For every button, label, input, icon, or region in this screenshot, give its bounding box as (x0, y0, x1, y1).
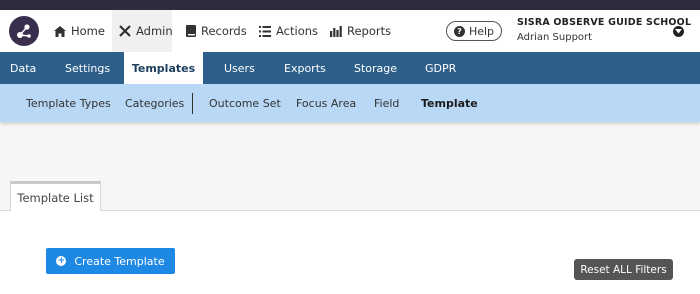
help-button[interactable]: ? Help (446, 21, 502, 41)
tab-users[interactable]: Users (224, 52, 255, 84)
nav-home[interactable]: Home (54, 10, 105, 52)
tab-template-list-label: Template List (17, 190, 94, 205)
question-icon: ? (453, 25, 465, 37)
subnav-divider (192, 93, 193, 114)
nav-admin-label: Admin (136, 24, 173, 38)
nav-reports[interactable]: Reports (330, 10, 391, 52)
subnav-focus-area[interactable]: Focus Area (296, 84, 356, 122)
sub-nav: Template Types Categories Outcome Set Fo… (0, 84, 700, 122)
nav-records[interactable]: Records (186, 10, 247, 52)
app-logo[interactable] (9, 16, 39, 46)
list-icon (259, 25, 271, 37)
nav-actions[interactable]: Actions (259, 10, 318, 52)
home-icon (54, 25, 66, 37)
nav-home-label: Home (71, 24, 105, 38)
subnav-field[interactable]: Field (374, 84, 399, 122)
plus-icon: + (56, 255, 67, 266)
nav-reports-label: Reports (347, 24, 392, 38)
account-dropdown-icon[interactable] (673, 26, 684, 37)
subnav-categories[interactable]: Categories (125, 84, 184, 122)
reset-filters-label: Reset ALL Filters (580, 263, 667, 276)
tab-data[interactable]: Data (10, 52, 36, 84)
tab-exports[interactable]: Exports (284, 52, 326, 84)
school-name: SISRA OBSERVE GUIDE SCHOOL (517, 17, 692, 28)
nav-records-label: Records (201, 24, 247, 38)
tab-joiner (11, 209, 100, 212)
chart-icon (330, 25, 342, 37)
nav-actions-label: Actions (276, 24, 319, 38)
reset-filters-button[interactable]: Reset ALL Filters (574, 259, 673, 280)
network-logo-icon (17, 24, 31, 38)
subnav-outcome-set[interactable]: Outcome Set (209, 84, 281, 122)
create-template-button[interactable]: + Create Template (46, 248, 175, 274)
tab-template-list[interactable]: Template List (10, 181, 101, 211)
subnav-template[interactable]: Template (421, 84, 478, 122)
nav-admin[interactable]: Admin (112, 10, 173, 52)
tab-templates[interactable]: Templates (124, 52, 203, 84)
create-template-label: Create Template (74, 254, 165, 268)
help-label: Help (468, 24, 495, 38)
subnav-template-types[interactable]: Template Types (26, 84, 111, 122)
tab-storage[interactable]: Storage (354, 52, 397, 84)
tab-settings[interactable]: Settings (65, 52, 110, 84)
tools-icon (119, 25, 131, 37)
user-name: Adrian Support (517, 32, 593, 43)
top-bar: Home Admin Records Actions Reports ? Hel… (0, 10, 700, 52)
tab-gdpr[interactable]: GDPR (425, 52, 456, 84)
book-icon (186, 25, 196, 37)
main-nav: Data Settings Templates Users Exports St… (0, 52, 700, 84)
top-strip (0, 0, 700, 10)
